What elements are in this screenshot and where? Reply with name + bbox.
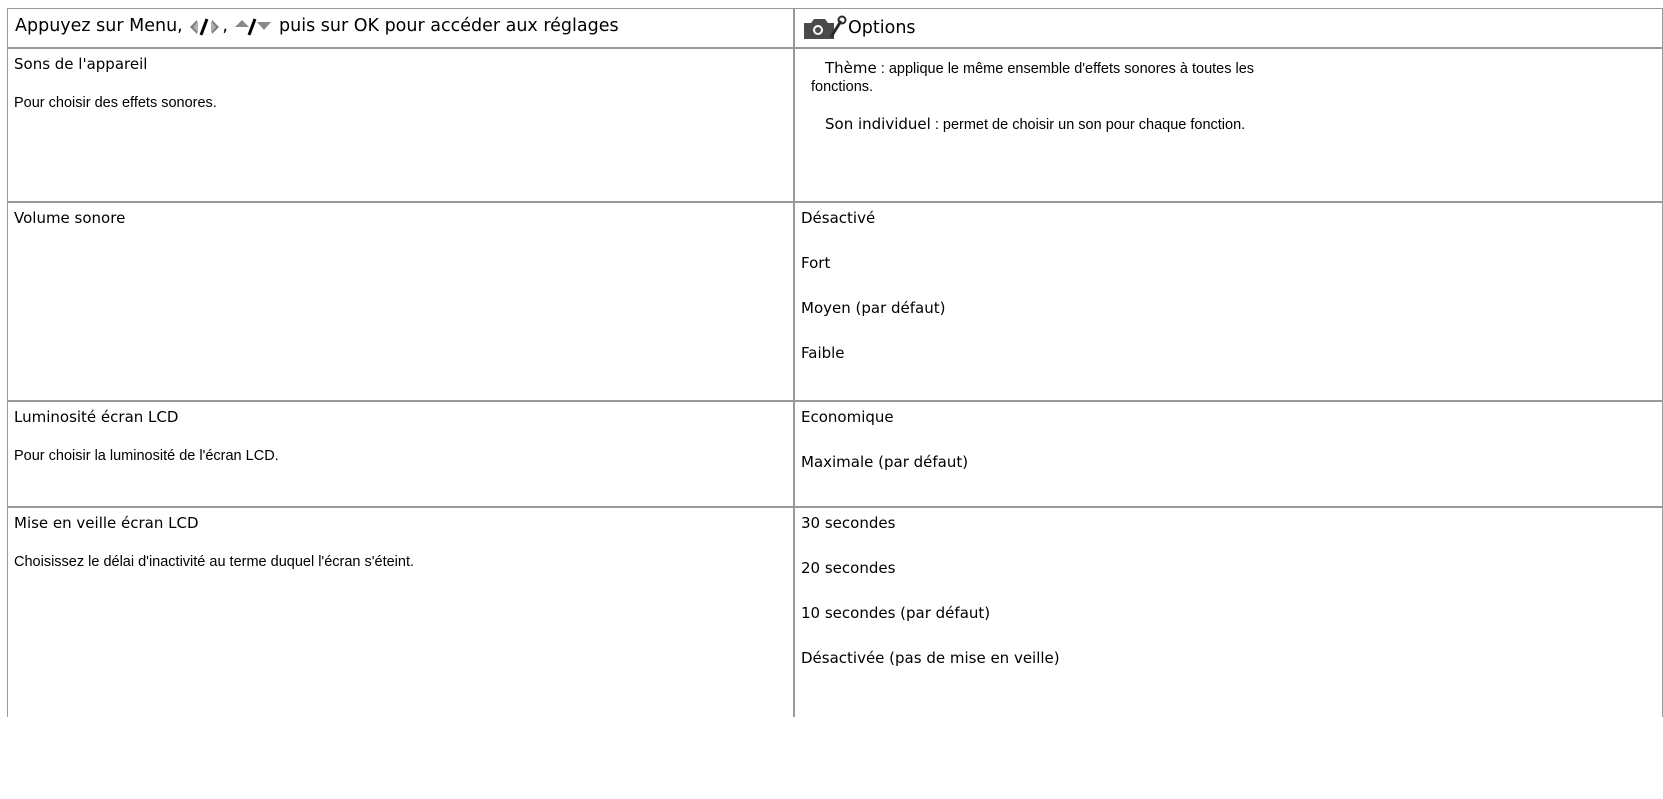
luminosite-description: Pour choisir la luminosité de l'écran LC… (14, 448, 279, 464)
theme-text-2: fonctions. (811, 79, 874, 95)
luminosite-option-1: Economique (801, 408, 894, 426)
header-row: Appuyez sur Menu, , puis sur OK pour acc… (7, 8, 1663, 48)
row-luminosite: Luminosité écran LCD Pour choisir la lum… (7, 401, 1663, 507)
row-veille: Mise en veille écran LCD Choisissez le d… (7, 507, 1663, 717)
volume-option-1: Désactivé (801, 209, 876, 227)
theme-term: Thème (825, 59, 877, 77)
individual-option: Son individuel : permet de choisir un so… (825, 115, 1355, 134)
sons-description: Pour choisir des effets sonores. (14, 95, 217, 111)
veille-right-cell: 30 secondes 20 secondes 10 secondes (par… (794, 507, 1663, 717)
settings-table-frame: Appuyez sur Menu, , puis sur OK pour acc… (7, 8, 1663, 799)
volume-right-cell: Désactivé Fort Moyen (par défaut) Faible (794, 202, 1663, 401)
row-sons: Sons de l'appareil Pour choisir des effe… (7, 48, 1663, 202)
instruction-text-1: Appuyez sur Menu, (15, 16, 183, 36)
veille-option-1: 30 secondes (801, 514, 896, 532)
luminosite-title: Luminosité écran LCD (14, 408, 179, 426)
instruction-text-2: puis sur OK pour accéder aux réglages (279, 16, 619, 36)
left-right-arrows-icon (188, 17, 222, 42)
sons-right-cell: Thème : applique le même ensemble d'effe… (794, 48, 1663, 202)
individual-term: Son individuel (825, 115, 931, 133)
comma-separator: , (222, 16, 228, 36)
luminosite-left-cell: Luminosité écran LCD Pour choisir la lum… (7, 401, 794, 507)
individual-text: : permet de choisir un son pour chaque f… (930, 117, 1246, 133)
volume-option-2: Fort (801, 254, 831, 272)
veille-description: Choisissez le délai d'inactivité au term… (14, 554, 415, 570)
volume-left-cell: Volume sonore (7, 202, 794, 401)
sons-left-cell: Sons de l'appareil Pour choisir des effe… (7, 48, 794, 202)
volume-option-4: Faible (801, 344, 845, 362)
veille-option-4: Désactivée (pas de mise en veille) (801, 649, 1060, 667)
veille-option-3: 10 secondes (par défaut) (801, 604, 991, 622)
sons-title: Sons de l'appareil (14, 55, 148, 73)
volume-title: Volume sonore (14, 209, 126, 227)
up-down-arrows-icon (233, 17, 273, 42)
camera-wrench-icon (801, 15, 847, 46)
settings-table: Appuyez sur Menu, , puis sur OK pour acc… (7, 8, 1663, 717)
volume-option-3: Moyen (par défaut) (801, 299, 946, 317)
luminosite-option-2: Maximale (par défaut) (801, 453, 969, 471)
veille-option-2: 20 secondes (801, 559, 896, 577)
theme-option: Thème : applique le même ensemble d'effe… (811, 59, 1355, 96)
row-volume: Volume sonore Désactivé Fort Moyen (par … (7, 202, 1663, 401)
veille-title: Mise en veille écran LCD (14, 514, 199, 532)
options-header-cell: Options (794, 8, 1663, 48)
theme-text-1: : applique le même ensemble d'effets son… (876, 61, 1255, 77)
luminosite-right-cell: Economique Maximale (par défaut) (794, 401, 1663, 507)
options-label: Options (848, 18, 916, 38)
instruction-cell: Appuyez sur Menu, , puis sur OK pour acc… (7, 8, 794, 48)
veille-left-cell: Mise en veille écran LCD Choisissez le d… (7, 507, 794, 717)
